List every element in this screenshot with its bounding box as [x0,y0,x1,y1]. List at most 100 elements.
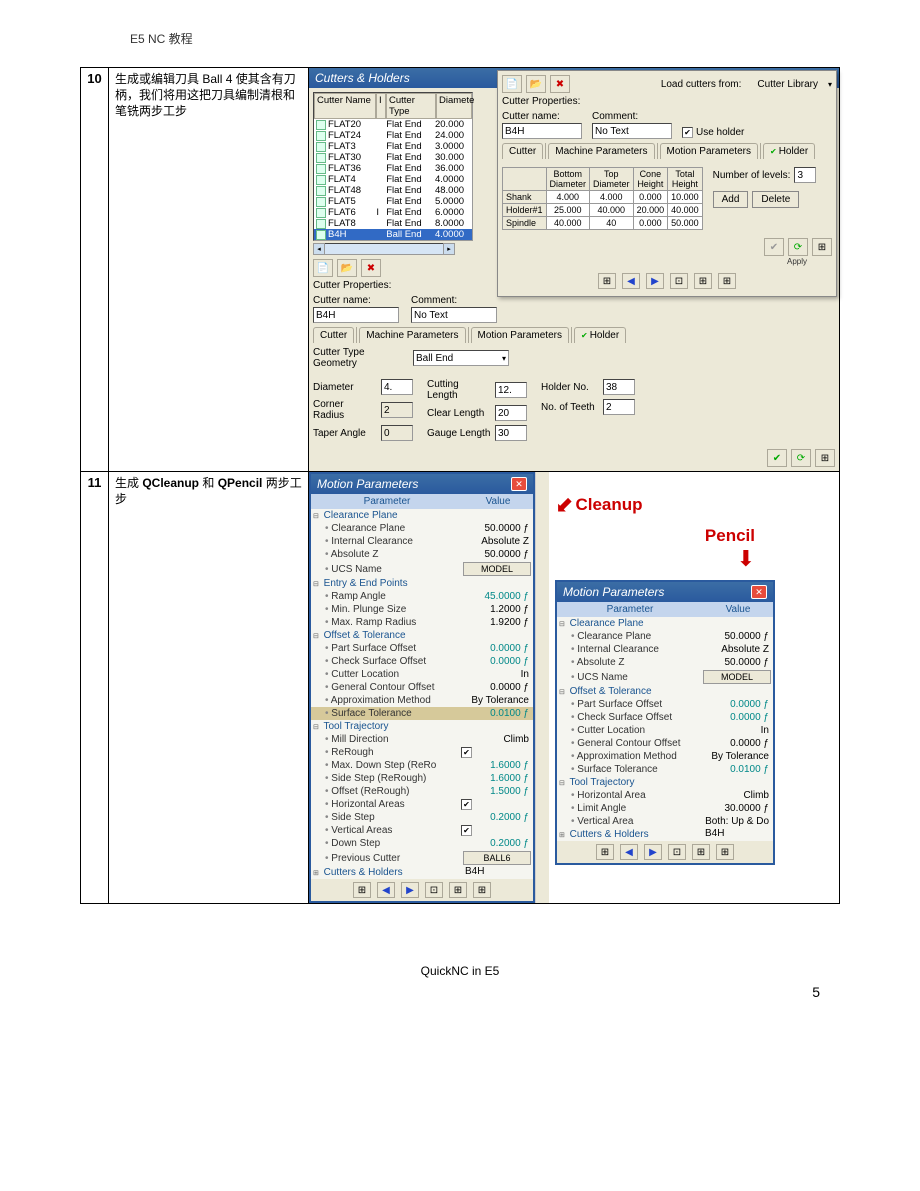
param-row[interactable]: Max. Ramp Radius1.9200 ƒ [311,616,533,629]
nav-icon[interactable]: ⊞ [716,844,734,860]
cutter-list[interactable]: Cutter NameICutter TypeDiameteFLAT20Flat… [313,92,473,241]
list-item[interactable]: FLAT8Flat End8.0000 [314,218,472,229]
group-header[interactable]: ⊟ Tool Trajectory [311,720,533,733]
param-row[interactable]: Cutter LocationIn [311,668,533,681]
ov-comment-input[interactable] [592,123,672,139]
param-row[interactable]: Max. Down Step (ReRo1.6000 ƒ [311,759,533,772]
param-row[interactable]: Part Surface Offset0.0000 ƒ [557,698,773,711]
list-item[interactable]: FLAT6IFlat End6.0000 [314,207,472,218]
list-item[interactable]: FLAT3Flat End3.0000 [314,141,472,152]
list-item[interactable]: FLAT36Flat End36.000 [314,163,472,174]
param-row[interactable]: Cutter LocationIn [557,724,773,737]
param-row[interactable]: Horizontal AreaClimb [557,789,773,802]
param-row[interactable]: Side Step (ReRough)1.6000 ƒ [311,772,533,785]
delete-button[interactable]: Delete [752,191,799,208]
ov-name-input[interactable] [502,123,582,139]
cutlen-input[interactable] [495,382,527,398]
check-icon[interactable]: ✔ [767,449,787,467]
param-row[interactable]: Vertical AreaBoth: Up & Do [557,815,773,828]
param-row[interactable]: Horizontal Areas✔ [311,798,533,811]
next-icon[interactable]: ▶ [646,273,664,289]
dropdown-icon[interactable]: ▾ [828,80,832,89]
delete-icon[interactable]: ✖ [361,259,381,277]
tab-machine-parameters[interactable]: Machine Parameters [359,327,465,343]
group-header[interactable]: ⊟ Offset & Tolerance [311,629,533,642]
param-row[interactable]: Down Step0.2000 ƒ [311,837,533,850]
param-row[interactable]: Mill DirectionClimb [311,733,533,746]
list-item[interactable]: FLAT5Flat End5.0000 [314,196,472,207]
clearlen-input[interactable] [495,405,527,421]
group-header[interactable]: ⊞ Cutters & Holders [311,866,465,879]
nav-icon[interactable]: ⊞ [353,882,371,898]
nav-icon[interactable]: ⊞ [449,882,467,898]
tab-cutter[interactable]: Cutter [502,143,543,159]
param-row[interactable]: Approximation MethodBy Tolerance [311,694,533,707]
param-row[interactable]: Approximation MethodBy Tolerance [557,750,773,763]
nav-icon[interactable]: ⊞ [598,273,616,289]
param-row[interactable]: Check Surface Offset0.0000 ƒ [311,655,533,668]
prev-icon[interactable]: ◀ [377,882,395,898]
param-row[interactable]: Part Surface Offset0.0000 ƒ [311,642,533,655]
list-item[interactable]: FLAT48Flat End48.000 [314,185,472,196]
check-icon[interactable]: ✔ [764,238,784,256]
param-row[interactable]: UCS NameMODEL [557,669,773,685]
v-scrollbar[interactable] [535,472,549,903]
param-row[interactable]: ReRough✔ [311,746,533,759]
apply-icon[interactable]: ⟳Apply [788,238,808,256]
param-row[interactable]: Ramp Angle45.0000 ƒ [311,590,533,603]
nav-icon[interactable]: ⊞ [473,882,491,898]
param-row[interactable]: Internal ClearanceAbsolute Z [557,643,773,656]
new-icon[interactable]: 📄 [502,75,522,93]
load-value[interactable]: Cutter Library [757,79,818,90]
tab-motion-parameters[interactable]: Motion Parameters [660,143,758,159]
h-scrollbar[interactable]: ◂ ▸ [313,243,455,255]
prev-icon[interactable]: ◀ [622,273,640,289]
nav-icon[interactable]: ⊞ [718,273,736,289]
nav-icon[interactable]: ⊞ [692,844,710,860]
holder-grid[interactable]: BottomDiameterTopDiameterConeHeightTotal… [502,167,703,230]
param-row[interactable]: Min. Plunge Size1.2000 ƒ [311,603,533,616]
param-row[interactable]: Clearance Plane50.0000 ƒ [557,630,773,643]
tab-holder[interactable]: Holder [574,327,626,343]
add-button[interactable]: Add [713,191,749,208]
param-row[interactable]: Offset (ReRough)1.5000 ƒ [311,785,533,798]
group-header[interactable]: ⊟ Clearance Plane [557,617,773,630]
next-icon[interactable]: ▶ [644,844,662,860]
param-row[interactable]: Internal ClearanceAbsolute Z [311,535,533,548]
tab-holder[interactable]: Holder [763,143,815,159]
close-icon[interactable]: ✕ [751,585,767,599]
teeth-input[interactable] [603,399,635,415]
tab-machine-parameters[interactable]: Machine Parameters [548,143,654,159]
param-row[interactable]: Absolute Z50.0000 ƒ [557,656,773,669]
window-icon[interactable]: ⊞ [812,238,832,256]
group-header[interactable]: ⊟ Tool Trajectory [557,776,773,789]
group-header[interactable]: ⊞ Cutters & Holders [557,828,705,841]
gauge-input[interactable] [495,425,527,441]
new-icon[interactable]: 📄 [313,259,333,277]
close-icon[interactable]: ✕ [511,477,527,491]
param-row[interactable]: General Contour Offset0.0000 ƒ [557,737,773,750]
use-holder-checkbox[interactable]: ✔ [682,127,693,138]
group-header[interactable]: ⊟ Offset & Tolerance [557,685,773,698]
open-icon[interactable]: 📂 [337,259,357,277]
next-icon[interactable]: ▶ [401,882,419,898]
param-row[interactable]: Surface Tolerance0.0100 ƒ [557,763,773,776]
list-item[interactable]: FLAT24Flat End24.000 [314,130,472,141]
param-row[interactable]: Previous CutterBALL6 [311,850,533,866]
param-row[interactable]: General Contour Offset0.0000 ƒ [311,681,533,694]
refresh-icon[interactable]: ⟳ [791,449,811,467]
comment-input[interactable] [411,307,497,323]
open-icon[interactable]: 📂 [526,75,546,93]
list-item[interactable]: B4HBall End4.0000 [314,229,472,240]
tab-motion-parameters[interactable]: Motion Parameters [471,327,569,343]
prev-icon[interactable]: ◀ [620,844,638,860]
holderno-input[interactable] [603,379,635,395]
param-row[interactable]: Vertical Areas✔ [311,824,533,837]
tab-cutter[interactable]: Cutter [313,327,354,343]
param-row[interactable]: Absolute Z50.0000 ƒ [311,548,533,561]
param-row[interactable]: Clearance Plane50.0000 ƒ [311,522,533,535]
group-header[interactable]: ⊟ Clearance Plane [311,509,533,522]
param-row[interactable]: Side Step0.2000 ƒ [311,811,533,824]
diameter-input[interactable] [381,379,413,395]
list-item[interactable]: FLAT4Flat End4.0000 [314,174,472,185]
